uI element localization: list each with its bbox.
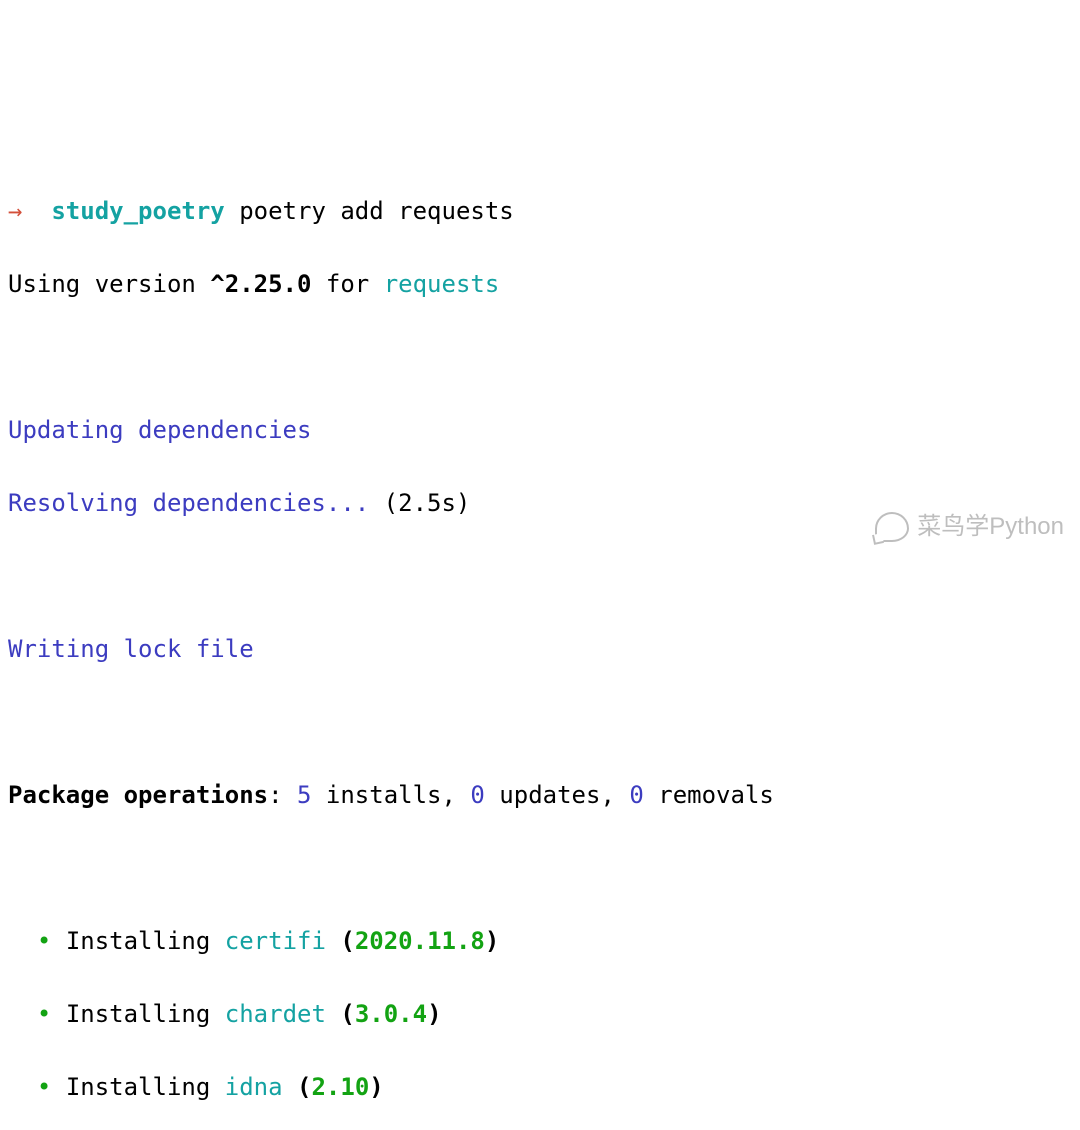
terminal-output: → study_poetry poetry add requests Using…: [8, 156, 1072, 1130]
pkg-version: 3.0.4: [355, 1000, 427, 1028]
resolving-label: Resolving dependencies...: [8, 489, 369, 517]
pkg-version: 2020.11.8: [355, 927, 485, 955]
install-row: • Installing certifi (2020.11.8): [8, 923, 1072, 960]
using-version-line: Using version ^2.25.0 for requests: [8, 266, 1072, 303]
installs-count: 5: [297, 781, 311, 809]
install-word: Installing: [66, 1073, 225, 1101]
paren: (: [326, 927, 355, 955]
text: :: [268, 781, 297, 809]
install-row: • Installing idna (2.10): [8, 1069, 1072, 1106]
paren: (: [326, 1000, 355, 1028]
ops-label: Package operations: [8, 781, 268, 809]
writing-lock-line: Writing lock file: [8, 631, 1072, 668]
install-word: Installing: [66, 1000, 225, 1028]
pkg-version: 2.10: [311, 1073, 369, 1101]
paren: (: [283, 1073, 312, 1101]
cwd: study_poetry: [51, 197, 224, 225]
install-row: • Installing chardet (3.0.4): [8, 996, 1072, 1033]
prompt-arrow-icon: →: [8, 197, 22, 225]
updates-count: 0: [470, 781, 484, 809]
blank-line: [8, 339, 1072, 376]
text: for: [311, 270, 383, 298]
pkg-name: certifi: [225, 927, 326, 955]
text: removals: [644, 781, 774, 809]
bullet-icon: •: [37, 1000, 51, 1028]
text: updates,: [485, 781, 630, 809]
updating-line: Updating dependencies: [8, 412, 1072, 449]
resolving-line: Resolving dependencies... (2.5s): [8, 485, 1072, 522]
blank-line: [8, 850, 1072, 887]
blank-line: [8, 558, 1072, 595]
resolving-time: (2.5s): [369, 489, 470, 517]
text: Using version: [8, 270, 210, 298]
paren: ): [369, 1073, 383, 1101]
removals-count: 0: [629, 781, 643, 809]
text: installs,: [311, 781, 470, 809]
package-name: requests: [384, 270, 500, 298]
pkg-name: chardet: [225, 1000, 326, 1028]
typed-command: poetry add requests: [239, 197, 514, 225]
version-constraint: ^2.25.0: [210, 270, 311, 298]
pkg-name: idna: [225, 1073, 283, 1101]
bullet-icon: •: [37, 927, 51, 955]
package-ops-line: Package operations: 5 installs, 0 update…: [8, 777, 1072, 814]
bullet-icon: •: [37, 1073, 51, 1101]
install-word: Installing: [66, 927, 225, 955]
blank-line: [8, 704, 1072, 741]
paren: ): [427, 1000, 441, 1028]
prompt-line[interactable]: → study_poetry poetry add requests: [8, 193, 1072, 230]
paren: ): [485, 927, 499, 955]
